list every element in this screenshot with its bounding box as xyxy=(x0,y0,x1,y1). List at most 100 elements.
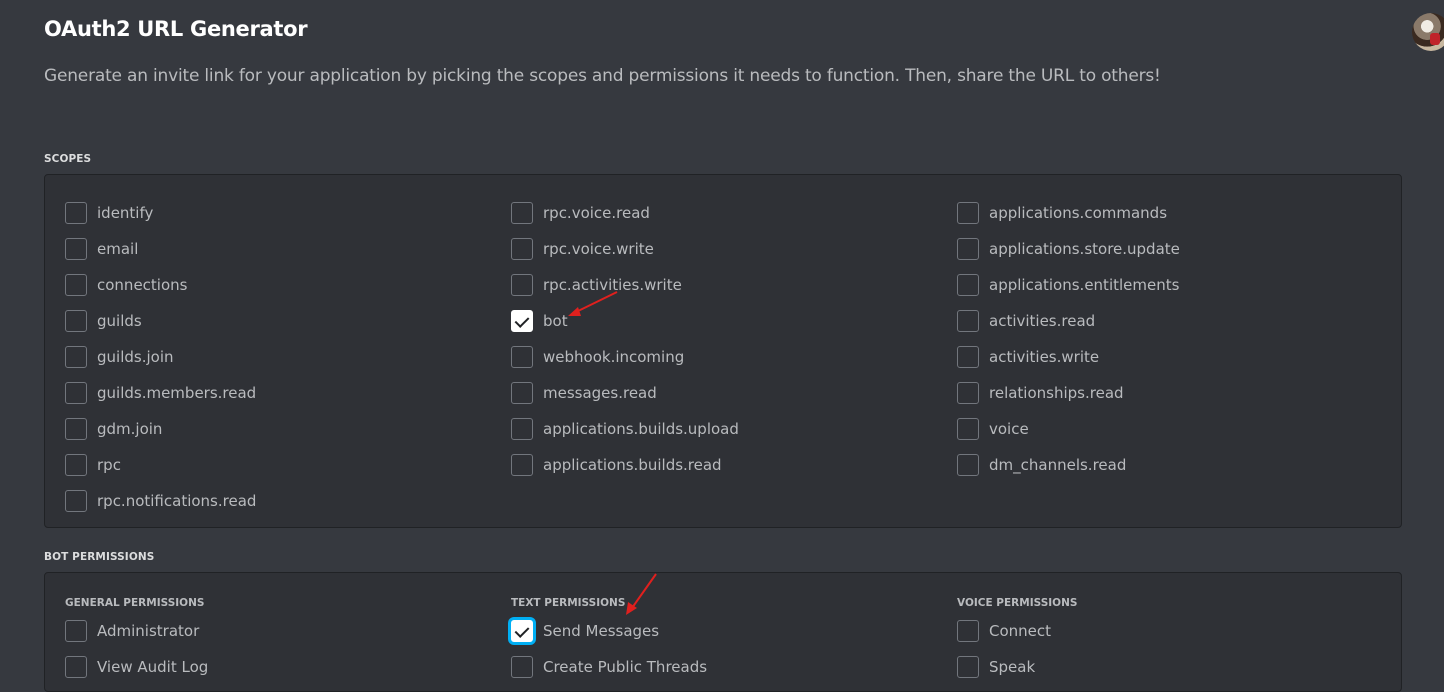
checkbox-row-applications-store-update[interactable]: applications.store.update xyxy=(957,231,1180,267)
checkbox-row-administrator[interactable]: Administrator xyxy=(65,613,208,649)
checkbox[interactable] xyxy=(65,656,87,678)
checkbox-label: rpc.notifications.read xyxy=(97,492,257,510)
checkbox-row-activities-write[interactable]: activities.write xyxy=(957,339,1180,375)
checkbox-row-send-messages[interactable]: Send Messages xyxy=(511,613,707,649)
checkbox[interactable] xyxy=(511,238,533,260)
page-title: OAuth2 URL Generator xyxy=(44,17,308,41)
scopes-column: rpc.voice.read rpc.voice.write rpc.activit… xyxy=(511,195,739,483)
checkbox[interactable] xyxy=(65,418,87,440)
checkbox-label: rpc xyxy=(97,456,121,474)
checkbox-row-webhook-incoming[interactable]: webhook.incoming xyxy=(511,339,739,375)
checkbox-row-view-audit-log[interactable]: View Audit Log xyxy=(65,649,208,685)
checkbox-label: bot xyxy=(543,312,568,330)
checkbox-row-connections[interactable]: connections xyxy=(65,267,256,303)
permissions-column-general-permissions: GENERAL PERMISSIONS Administrator View Aud… xyxy=(65,595,208,685)
checkbox[interactable] xyxy=(957,346,979,368)
checkbox-label: connections xyxy=(97,276,188,294)
permissions-category-header: GENERAL PERMISSIONS xyxy=(65,597,205,609)
checkbox-row-messages-read[interactable]: messages.read xyxy=(511,375,739,411)
checkbox[interactable] xyxy=(65,238,87,260)
scopes-column: applications.commands applications.store.… xyxy=(957,195,1180,483)
checkbox-row-create-public-threads[interactable]: Create Public Threads xyxy=(511,649,707,685)
scopes-label: SCOPES xyxy=(44,153,92,165)
checkbox[interactable] xyxy=(65,454,87,476)
user-avatar[interactable] xyxy=(1412,13,1444,51)
checkbox-label: identify xyxy=(97,204,154,222)
check-icon xyxy=(514,313,530,328)
checkbox-label: messages.read xyxy=(543,384,657,402)
checkbox-row-rpc-activities-write[interactable]: rpc.activities.write xyxy=(511,267,739,303)
checkbox-label: applications.builds.read xyxy=(543,456,722,474)
checkbox-label: guilds.members.read xyxy=(97,384,257,402)
checkbox-label: dm_channels.read xyxy=(989,456,1127,474)
checkbox-label: activities.read xyxy=(989,312,1096,330)
checkbox-label: View Audit Log xyxy=(97,658,209,676)
checkbox-row-bot[interactable]: bot xyxy=(511,303,739,339)
checkbox[interactable] xyxy=(511,656,533,678)
checkbox[interactable] xyxy=(957,382,979,404)
checkbox-row-gdm-join[interactable]: gdm.join xyxy=(65,411,256,447)
checkbox-row-rpc-voice-read[interactable]: rpc.voice.read xyxy=(511,195,739,231)
checkbox-row-rpc[interactable]: rpc xyxy=(65,447,256,483)
checkbox-row-relationships-read[interactable]: relationships.read xyxy=(957,375,1180,411)
checkbox[interactable] xyxy=(957,274,979,296)
checkbox-row-speak[interactable]: Speak xyxy=(957,649,1077,685)
bot-permissions-label: BOT PERMISSIONS xyxy=(44,551,155,563)
checkbox-row-identify[interactable]: identify xyxy=(65,195,256,231)
checkbox-label: Administrator xyxy=(97,622,200,640)
checkbox[interactable] xyxy=(511,620,533,642)
checkbox-row-applications-commands[interactable]: applications.commands xyxy=(957,195,1180,231)
checkbox-label: rpc.voice.read xyxy=(543,204,650,222)
checkbox-row-applications-entitlements[interactable]: applications.entitlements xyxy=(957,267,1180,303)
checkbox-row-email[interactable]: email xyxy=(65,231,256,267)
checkbox-row-dm-channels-read[interactable]: dm_channels.read xyxy=(957,447,1180,483)
checkbox[interactable] xyxy=(65,620,87,642)
checkbox-row-rpc-voice-write[interactable]: rpc.voice.write xyxy=(511,231,739,267)
scopes-panel: identify email connections guilds guilds.joi… xyxy=(44,174,1402,528)
checkbox[interactable] xyxy=(511,274,533,296)
checkbox-label: webhook.incoming xyxy=(543,348,685,366)
checkbox[interactable] xyxy=(511,382,533,404)
checkbox-label: rpc.voice.write xyxy=(543,240,654,258)
checkbox-row-activities-read[interactable]: activities.read xyxy=(957,303,1180,339)
checkbox[interactable] xyxy=(957,418,979,440)
checkbox-label: applications.builds.upload xyxy=(543,420,739,438)
checkbox[interactable] xyxy=(511,346,533,368)
checkbox[interactable] xyxy=(65,346,87,368)
checkbox-label: voice xyxy=(989,420,1029,438)
checkbox-label: applications.entitlements xyxy=(989,276,1180,294)
checkbox[interactable] xyxy=(957,202,979,224)
checkbox[interactable] xyxy=(957,656,979,678)
checkbox[interactable] xyxy=(511,202,533,224)
page-description: Generate an invite link for your applica… xyxy=(44,66,1161,86)
checkbox-row-guilds-members-read[interactable]: guilds.members.read xyxy=(65,375,256,411)
bot-permissions-panel: GENERAL PERMISSIONS Administrator View Aud… xyxy=(44,572,1402,692)
permissions-column-voice-permissions: VOICE PERMISSIONS Connect Speak xyxy=(957,595,1077,685)
permissions-category-header: VOICE PERMISSIONS xyxy=(957,597,1078,609)
checkbox-label: guilds xyxy=(97,312,142,330)
checkbox-row-guilds-join[interactable]: guilds.join xyxy=(65,339,256,375)
checkbox-label: applications.commands xyxy=(989,204,1168,222)
checkbox[interactable] xyxy=(957,238,979,260)
check-icon xyxy=(514,623,530,638)
checkbox[interactable] xyxy=(511,310,533,332)
checkbox-row-rpc-notifications-read[interactable]: rpc.notifications.read xyxy=(65,483,256,519)
checkbox[interactable] xyxy=(511,418,533,440)
checkbox[interactable] xyxy=(65,274,87,296)
checkbox-row-voice[interactable]: voice xyxy=(957,411,1180,447)
checkbox-row-applications-builds-read[interactable]: applications.builds.read xyxy=(511,447,739,483)
checkbox[interactable] xyxy=(65,382,87,404)
checkbox[interactable] xyxy=(65,490,87,512)
checkbox-row-applications-builds-upload[interactable]: applications.builds.upload xyxy=(511,411,739,447)
checkbox-label: rpc.activities.write xyxy=(543,276,682,294)
checkbox[interactable] xyxy=(957,310,979,332)
checkbox[interactable] xyxy=(957,454,979,476)
checkbox[interactable] xyxy=(957,620,979,642)
checkbox-row-guilds[interactable]: guilds xyxy=(65,303,256,339)
checkbox[interactable] xyxy=(65,202,87,224)
checkbox-label: gdm.join xyxy=(97,420,163,438)
checkbox[interactable] xyxy=(65,310,87,332)
checkbox-row-connect[interactable]: Connect xyxy=(957,613,1077,649)
checkbox-label: applications.store.update xyxy=(989,240,1180,258)
checkbox[interactable] xyxy=(511,454,533,476)
